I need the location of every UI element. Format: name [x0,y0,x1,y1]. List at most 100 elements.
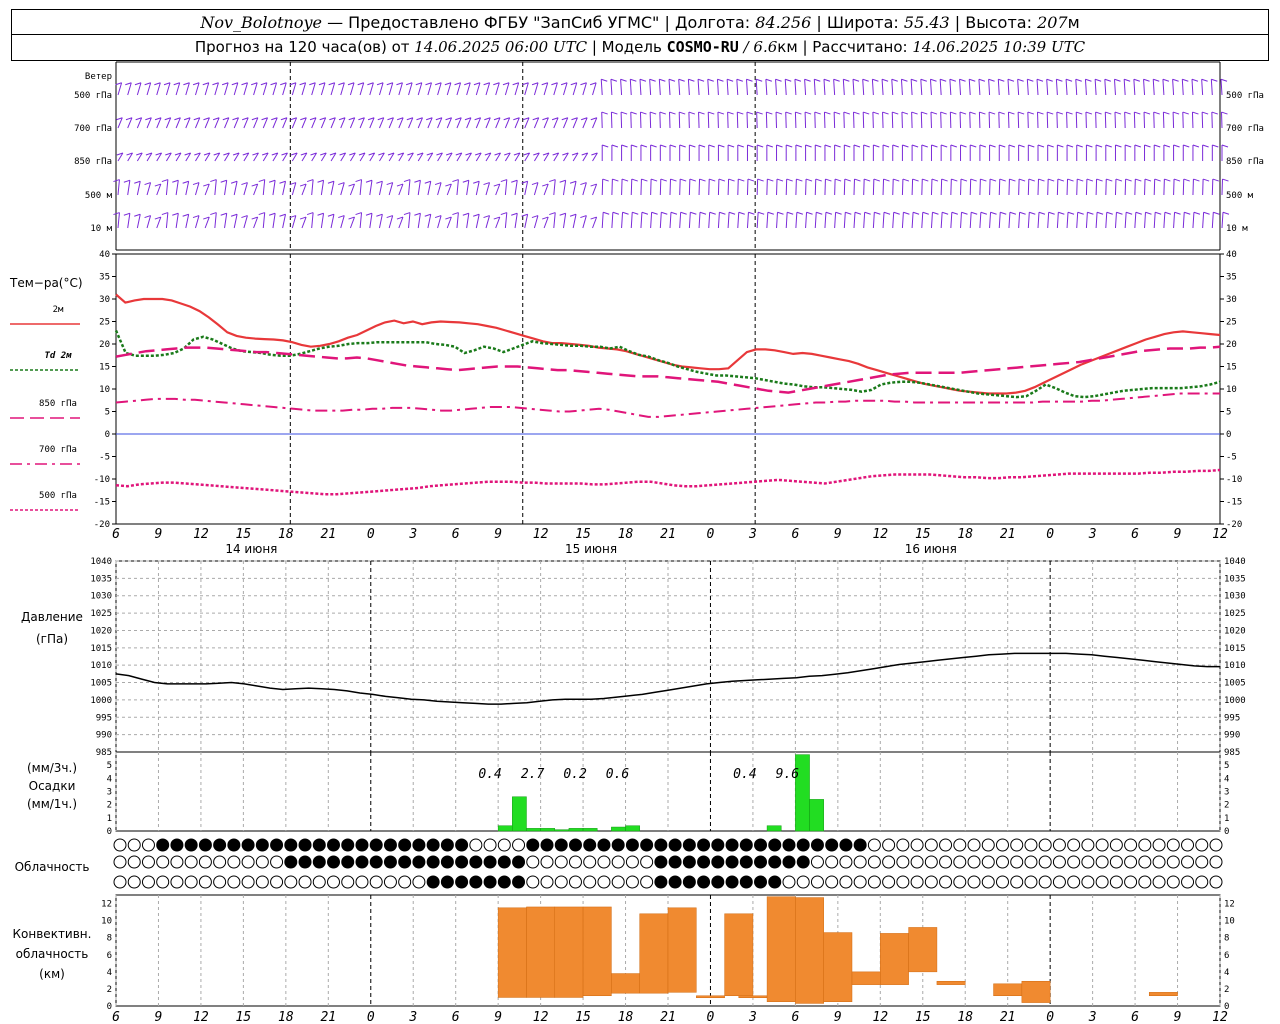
wind-barb [679,212,682,229]
cloud-symbol [953,855,967,869]
wind-barb [882,212,885,229]
wind-barb [891,79,894,96]
wind-barb [776,212,778,229]
cloud-symbol [1195,875,1209,889]
wind-barb-flag [708,111,715,115]
wind-barb-flag [1193,211,1201,215]
pressure-ytick-label-right: 990 [1224,731,1240,741]
wind-barb [340,215,345,229]
cloud-symbol [1024,875,1038,889]
wind-barb-flag [1066,144,1074,148]
wind-barb [437,215,442,229]
wind-barb [1085,212,1088,229]
wind-barb [910,79,913,96]
wind-barb-flag [765,78,773,82]
cloud-symbol [113,838,127,852]
wind-barb-flag [912,211,920,215]
wind-barb-flag [1037,111,1044,115]
cloud-symbol [697,855,711,869]
temp-ytick-label-left: -5 [99,453,110,463]
temp-legend-label: 500 гПа [39,491,77,501]
wind-barb [1144,212,1146,229]
wind-barb [1221,212,1224,229]
wind-barb [1163,212,1166,229]
wind-barb-flag [873,178,881,182]
wind-barb-flag [1009,178,1016,182]
conv-cloud-bar [724,913,754,997]
cloud-symbol [184,875,198,889]
wind-barb [1133,79,1136,96]
temp-ytick-label-left: 35 [99,273,110,283]
conv-cloud-bar [554,906,584,998]
wind-barb [921,212,924,229]
temp-ytick-label-left: -20 [94,520,110,530]
wind-barb-flag [1174,211,1181,215]
wind-barb [320,82,326,96]
cloud-symbol [383,838,397,852]
wind-barb-flag [795,111,802,115]
wind-barb-flag [785,111,792,115]
wind-barb-flag [230,213,238,217]
wind-barb [1095,212,1098,229]
cloud-symbol [284,838,298,852]
cloud-symbol [796,838,810,852]
conv-xtick-label: 12 [193,1010,209,1024]
wind-barb [727,212,730,229]
wind-barb-flag [1065,78,1073,82]
wind-barb-flag [414,179,421,183]
temp-xtick-label: 21 [660,527,676,542]
wind-barb [156,82,161,96]
cloud-symbol [853,838,867,852]
wind-barb-flag [602,178,609,182]
wind-barb [136,181,141,196]
wind-barb [330,181,335,196]
wind-barb-flag [355,179,362,183]
cloud-symbol [1109,875,1123,889]
cloud-symbol [398,838,412,852]
wind-barb [969,212,972,229]
temp-xtick-label: 12 [872,527,888,542]
conv-xtick-label: 0 [1046,1010,1054,1024]
wind-barb-flag [728,211,736,215]
cloud-symbol [568,855,582,869]
wind-barb-flag [1018,144,1025,148]
cloud-symbol [825,838,839,852]
wind-barb [369,82,374,96]
precip-ytick-label-right: 3 [1224,788,1229,798]
wind-barb [185,82,190,96]
wind-barb-flag [1000,211,1007,215]
wind-barb-flag [766,144,774,148]
wind-barb-flag [795,144,803,148]
cloud-symbol [213,875,227,889]
wind-barb [746,79,748,96]
wind-barb-flag [1058,211,1065,215]
wind-barb [282,181,287,196]
wind-barb [1105,212,1108,229]
cloud-symbol [284,875,298,889]
wind-barb [224,82,229,96]
cloud-symbol [853,875,867,889]
wind-barb [553,179,556,196]
wind-barb-flag [1221,111,1228,115]
wind-barb [863,212,866,229]
precip-units-1h: (мм/1ч.) [27,797,77,811]
wind-barb [553,82,558,96]
wind-barb-flag [569,213,577,217]
wind-barb [291,82,297,96]
pressure-ytick-label-right: 985 [1224,748,1240,758]
wind-barb [871,79,874,96]
wind-barb-flag [845,211,852,215]
wind-barb-flag [134,213,141,217]
wind-barb [291,215,297,229]
precip-bar [540,828,556,832]
wind-barb-flag [979,144,987,148]
wind-barb-flag [172,212,179,216]
wind-barb-flag [1172,78,1179,82]
wind-barb [117,212,120,229]
cloud-symbol [198,875,212,889]
wind-barb [117,179,120,196]
cloud-symbol [981,875,995,889]
cloud-symbol [412,855,426,869]
conv-cloud-bar [851,971,881,985]
wind-barb-flag [999,144,1006,148]
